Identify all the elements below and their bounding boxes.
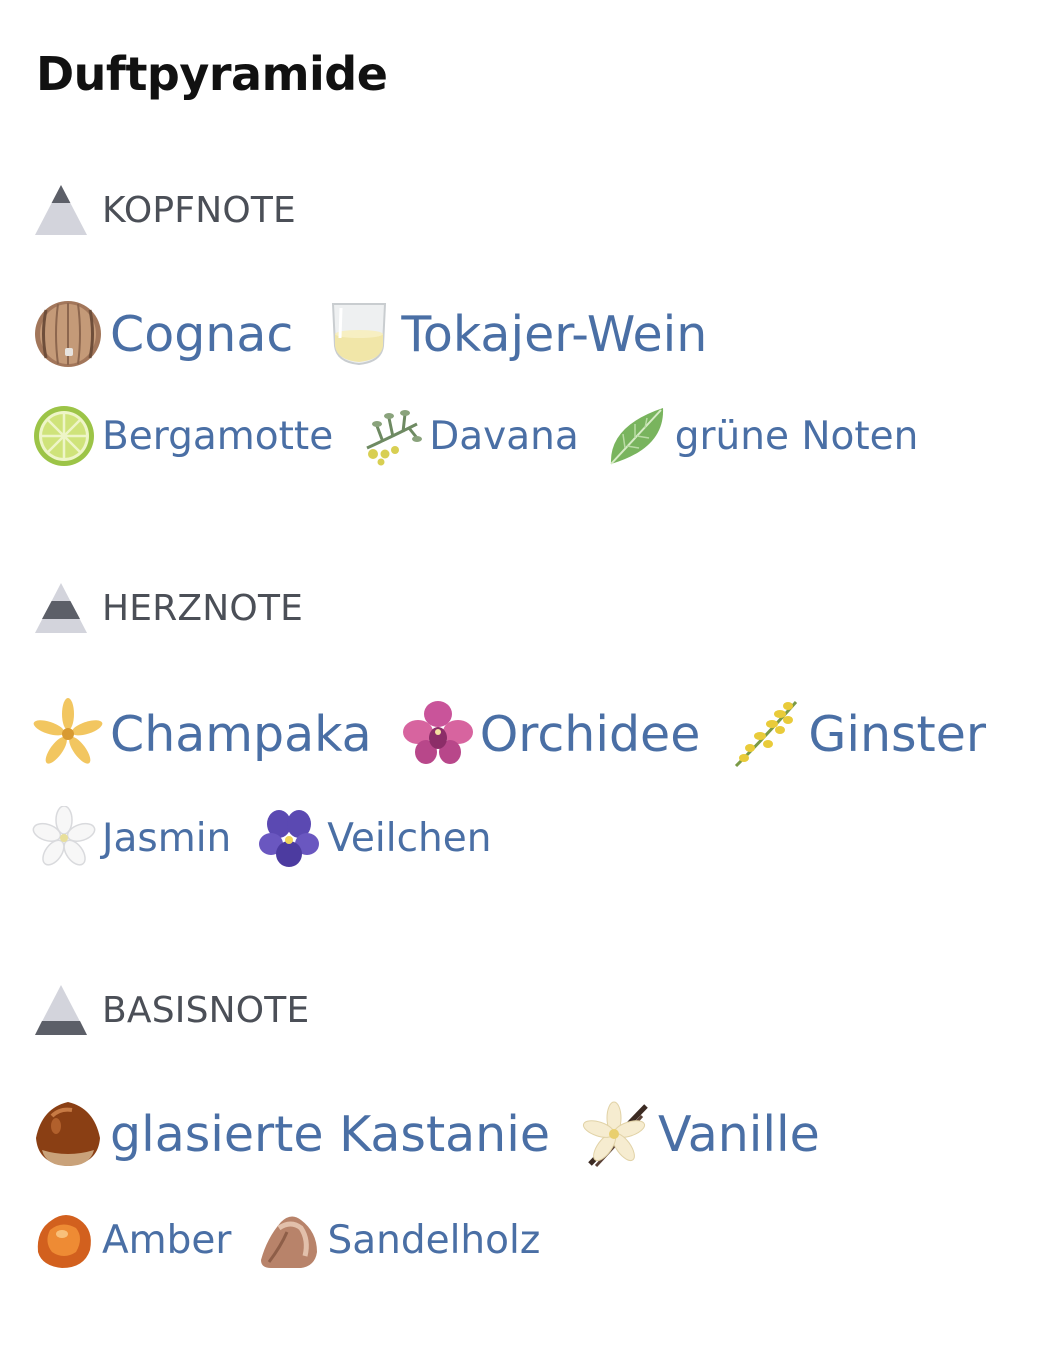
- note-name: Cognac: [110, 305, 294, 363]
- champaka-flower-icon: [33, 698, 103, 764]
- tier-label: BASISNOTE: [102, 989, 310, 1031]
- note-name: Sandelholz: [327, 1217, 541, 1263]
- vanilla-icon: [582, 1101, 648, 1168]
- note-name: Vanille: [658, 1105, 820, 1163]
- note-bergamotte[interactable]: Bergamotte: [32, 404, 333, 468]
- tier-label: KOPFNOTE: [102, 189, 296, 231]
- note-jasmin[interactable]: Jasmin: [32, 806, 231, 870]
- note-name: Champaka: [110, 705, 372, 763]
- note-row-secondary: Amber Sandelholz: [32, 1208, 566, 1272]
- note-amber[interactable]: Amber: [32, 1208, 231, 1272]
- note-glasierte-kastanie[interactable]: glasierte Kastanie: [32, 1098, 550, 1170]
- note-name: Veilchen: [327, 815, 492, 861]
- green-leaf-icon: [609, 408, 663, 465]
- note-row-primary: Champaka Orchidee Ginster: [32, 698, 1016, 770]
- pyramid-base-icon: [35, 985, 87, 1035]
- note-sandelholz[interactable]: Sandelholz: [257, 1208, 540, 1272]
- violet-flower-icon: [259, 810, 320, 867]
- note-row-secondary: Jasmin Veilchen: [32, 806, 517, 870]
- tier-header-basisnote: BASISNOTE: [34, 982, 309, 1038]
- note-gruene-noten[interactable]: grüne Noten: [605, 404, 919, 468]
- note-name: Tokajer-Wein: [401, 305, 708, 363]
- orchid-icon: [402, 701, 473, 764]
- tier-header-kopfnote: KOPFNOTE: [34, 182, 296, 238]
- wine-glass-icon: [332, 303, 387, 366]
- note-name: Bergamotte: [102, 413, 334, 459]
- tier-header-herznote: HERZNOTE: [34, 580, 303, 636]
- note-name: Davana: [429, 413, 579, 459]
- chestnut-icon: [36, 1102, 100, 1166]
- amber-icon: [37, 1215, 91, 1268]
- note-ginster[interactable]: Ginster: [730, 698, 986, 770]
- note-name: Jasmin: [102, 815, 232, 861]
- jasmine-flower-icon: [32, 806, 96, 866]
- note-name: Amber: [102, 1217, 232, 1263]
- note-cognac[interactable]: Cognac: [32, 298, 293, 370]
- note-row-primary: Cognac Tokajer-Wein: [32, 298, 737, 370]
- note-veilchen[interactable]: Veilchen: [257, 806, 491, 870]
- barrel-icon: [35, 301, 101, 367]
- note-name: glasierte Kastanie: [110, 1105, 550, 1163]
- pyramid-middle-icon: [35, 583, 87, 633]
- sandalwood-icon: [261, 1216, 318, 1268]
- pyramid-top-icon: [35, 185, 87, 235]
- note-row-secondary: Bergamotte Davana grüne Noten: [32, 404, 944, 468]
- note-davana[interactable]: Davana: [359, 404, 579, 468]
- note-tokajer-wein[interactable]: Tokajer-Wein: [323, 298, 707, 370]
- tier-label: HERZNOTE: [102, 587, 304, 629]
- broom-flower-icon: [735, 701, 798, 768]
- note-name: Orchidee: [479, 705, 701, 763]
- note-orchidee[interactable]: Orchidee: [402, 698, 701, 770]
- note-vanille[interactable]: Vanille: [580, 1098, 820, 1170]
- note-name: Ginster: [808, 705, 987, 763]
- davana-herb-icon: [366, 410, 423, 466]
- note-name: grüne Noten: [674, 413, 919, 459]
- page-title: Duftpyramide: [36, 47, 388, 101]
- citrus-slice-icon: [34, 406, 94, 466]
- note-row-primary: glasierte Kastanie Vanille: [32, 1098, 850, 1170]
- note-champaka[interactable]: Champaka: [32, 698, 372, 770]
